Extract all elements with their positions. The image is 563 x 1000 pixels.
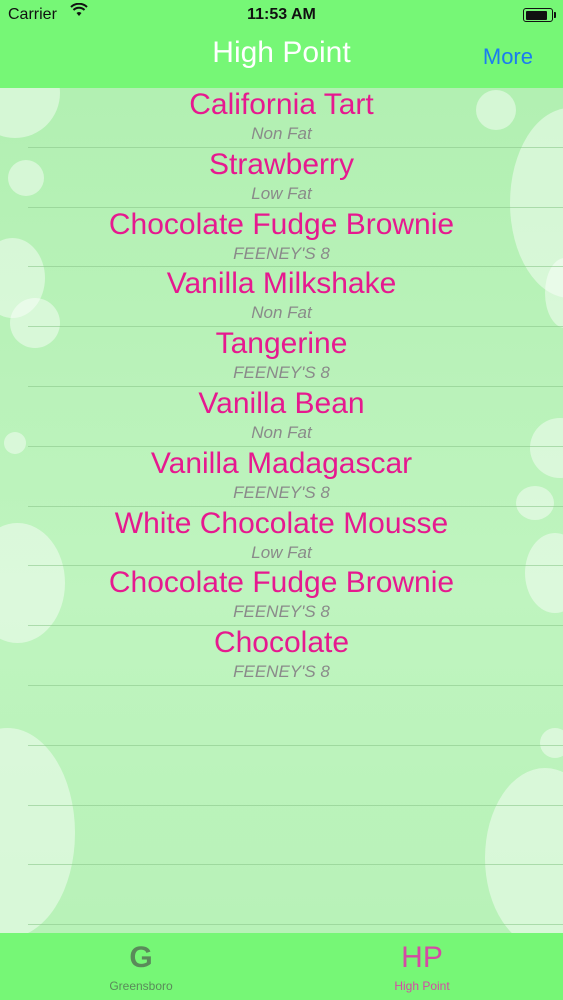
tab-bar: G Greensboro HP High Point bbox=[0, 933, 563, 1000]
empty-row bbox=[28, 686, 563, 746]
flavor-detail: FEENEY'S 8 bbox=[233, 363, 330, 383]
list-item[interactable]: California Tart Non Fat bbox=[28, 88, 563, 148]
flavor-name: Chocolate bbox=[213, 626, 350, 660]
list-item[interactable]: Chocolate Fudge Brownie FEENEY'S 8 bbox=[28, 208, 563, 268]
list-item[interactable]: Vanilla Bean Non Fat bbox=[28, 387, 563, 447]
flavor-name: Chocolate Fudge Brownie bbox=[108, 566, 455, 600]
list-item[interactable]: Chocolate Fudge Brownie FEENEY'S 8 bbox=[28, 566, 563, 627]
flavor-name: Strawberry bbox=[208, 147, 355, 181]
clock: 11:53 AM bbox=[247, 6, 316, 23]
flavor-detail: FEENEY'S 8 bbox=[233, 243, 330, 263]
flavor-name: Tangerine bbox=[215, 327, 348, 361]
flavor-name: White Chocolate Mousse bbox=[114, 506, 449, 540]
flavor-list[interactable]: California Tart Non Fat Strawberry Low Fat C… bbox=[0, 88, 563, 933]
top-bar: Carrier 11:53 AM High Point More bbox=[0, 0, 563, 88]
screen: Carrier 11:53 AM High Point More Califor… bbox=[0, 0, 563, 1000]
empty-row bbox=[28, 746, 563, 806]
flavor-detail: FEENEY'S 8 bbox=[233, 602, 330, 622]
empty-row bbox=[28, 865, 563, 926]
list-item[interactable]: Vanilla Milkshake Non Fat bbox=[28, 267, 563, 328]
flavor-name: Vanilla Madagascar bbox=[150, 446, 413, 480]
battery-icon bbox=[523, 8, 556, 22]
page-title: High Point bbox=[212, 36, 351, 69]
list-item[interactable]: Tangerine FEENEY'S 8 bbox=[28, 327, 563, 387]
flavor-detail: FEENEY'S 8 bbox=[233, 482, 330, 502]
flavor-detail: FEENEY'S 8 bbox=[233, 662, 330, 682]
flavor-detail: Non Fat bbox=[251, 422, 312, 442]
battery-level bbox=[525, 10, 548, 20]
flavor-detail: Non Fat bbox=[251, 124, 312, 143]
tab-greensboro[interactable]: G Greensboro bbox=[61, 933, 221, 1000]
flavor-detail: Low Fat bbox=[251, 183, 312, 203]
more-button[interactable]: More bbox=[483, 44, 533, 70]
empty-row bbox=[28, 806, 563, 866]
list-item[interactable]: Strawberry Low Fat bbox=[28, 148, 563, 208]
flavor-name: Vanilla Milkshake bbox=[166, 267, 397, 301]
greensboro-tab-label: Greensboro bbox=[109, 979, 173, 993]
high-point-tab-icon: HP bbox=[401, 941, 443, 974]
list-item[interactable]: White Chocolate Mousse Low Fat bbox=[28, 507, 563, 567]
flavor-name: Vanilla Bean bbox=[198, 386, 365, 420]
tab-high-point[interactable]: HP High Point bbox=[342, 933, 502, 1000]
flavor-detail: Low Fat bbox=[251, 542, 312, 562]
flavor-rows: California Tart Non Fat Strawberry Low Fat C… bbox=[0, 88, 563, 926]
list-item[interactable]: Chocolate FEENEY'S 8 bbox=[28, 626, 563, 686]
flavor-detail: Non Fat bbox=[251, 303, 312, 323]
flavor-name: Chocolate Fudge Brownie bbox=[108, 207, 455, 241]
flavor-name: California Tart bbox=[189, 88, 374, 121]
high-point-tab-label: High Point bbox=[394, 979, 450, 993]
status-bar: Carrier 11:53 AM bbox=[0, 0, 563, 30]
greensboro-tab-icon: G bbox=[129, 941, 153, 974]
list-item[interactable]: Vanilla Madagascar FEENEY'S 8 bbox=[28, 447, 563, 507]
